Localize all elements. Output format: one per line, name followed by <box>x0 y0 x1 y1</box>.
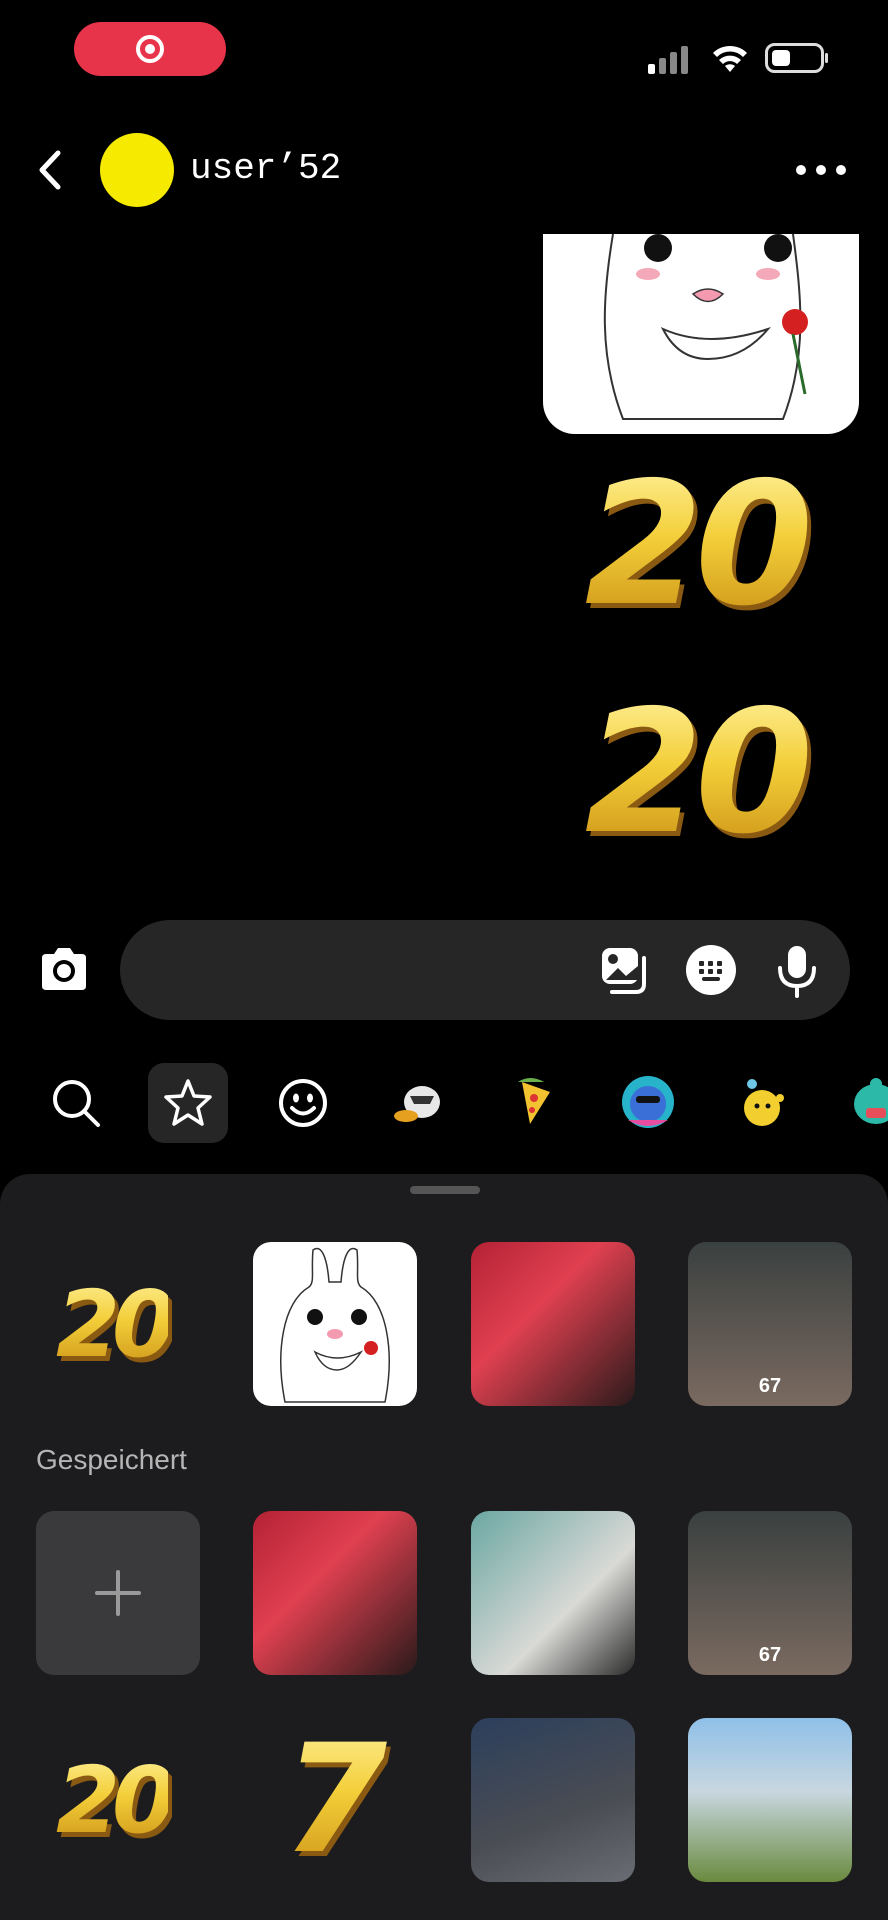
emoji-tab[interactable] <box>263 1063 343 1143</box>
battery-icon <box>765 43 828 73</box>
bunny-sticker-image <box>603 234 808 420</box>
back-button[interactable] <box>30 145 70 195</box>
bunny-sticker-message[interactable] <box>543 234 859 434</box>
recent-sticker-bunny[interactable] <box>253 1242 417 1406</box>
cellular-signal-icon <box>648 46 688 74</box>
saved-section-label: Gespeichert <box>36 1444 187 1475</box>
saved-sticker-20[interactable]: 20 <box>30 1718 194 1882</box>
username[interactable]: user’52 <box>190 148 341 189</box>
recent-sticker-photo[interactable] <box>471 1242 635 1406</box>
saved-sticker-photo[interactable] <box>471 1511 635 1675</box>
saved-sticker-photo[interactable]: 67 <box>688 1511 852 1675</box>
smiley-icon <box>279 1079 327 1127</box>
drawer-handle[interactable] <box>410 1186 480 1194</box>
saved-sticker-photo[interactable] <box>471 1718 635 1882</box>
view-count: 67 <box>758 1644 782 1666</box>
sticker-pack-chick-icon[interactable] <box>730 1070 794 1134</box>
sticker-keyboard-icon[interactable] <box>685 944 737 996</box>
wifi-icon <box>713 45 747 72</box>
gallery-icon[interactable] <box>598 944 650 996</box>
number-20-sticker-message[interactable]: 20 <box>565 683 825 863</box>
saved-sticker-photo[interactable] <box>253 1511 417 1675</box>
recent-sticker-20[interactable]: 20 <box>30 1242 194 1406</box>
more-options-button[interactable] <box>796 150 846 190</box>
plus-icon <box>95 1570 141 1616</box>
screen-recording-indicator[interactable] <box>74 22 226 76</box>
star-icon <box>164 1079 212 1126</box>
sticker-pack-pizza-icon[interactable] <box>500 1070 564 1134</box>
search-icon <box>53 1080 100 1127</box>
camera-button[interactable] <box>36 942 92 998</box>
microphone-icon[interactable] <box>774 944 820 998</box>
recent-sticker-photo[interactable]: 67 <box>688 1242 852 1406</box>
record-icon <box>136 35 164 63</box>
sticker-search-tab[interactable] <box>36 1063 116 1143</box>
bunny-sticker-image <box>280 1247 390 1403</box>
sticker-pack-raccoon-icon[interactable] <box>386 1070 450 1134</box>
favorites-tab[interactable] <box>148 1063 228 1143</box>
add-sticker-button[interactable] <box>36 1511 200 1675</box>
view-count: 67 <box>758 1375 782 1397</box>
message-input[interactable] <box>120 920 850 1020</box>
number-20-sticker-message[interactable]: 20 <box>565 455 825 635</box>
saved-sticker-photo[interactable] <box>688 1718 852 1882</box>
sticker-pack-monster-icon[interactable] <box>844 1070 888 1134</box>
avatar[interactable] <box>100 133 174 207</box>
sticker-pack-blob-icon[interactable] <box>616 1070 680 1134</box>
saved-sticker-7[interactable]: 7 <box>253 1718 417 1882</box>
